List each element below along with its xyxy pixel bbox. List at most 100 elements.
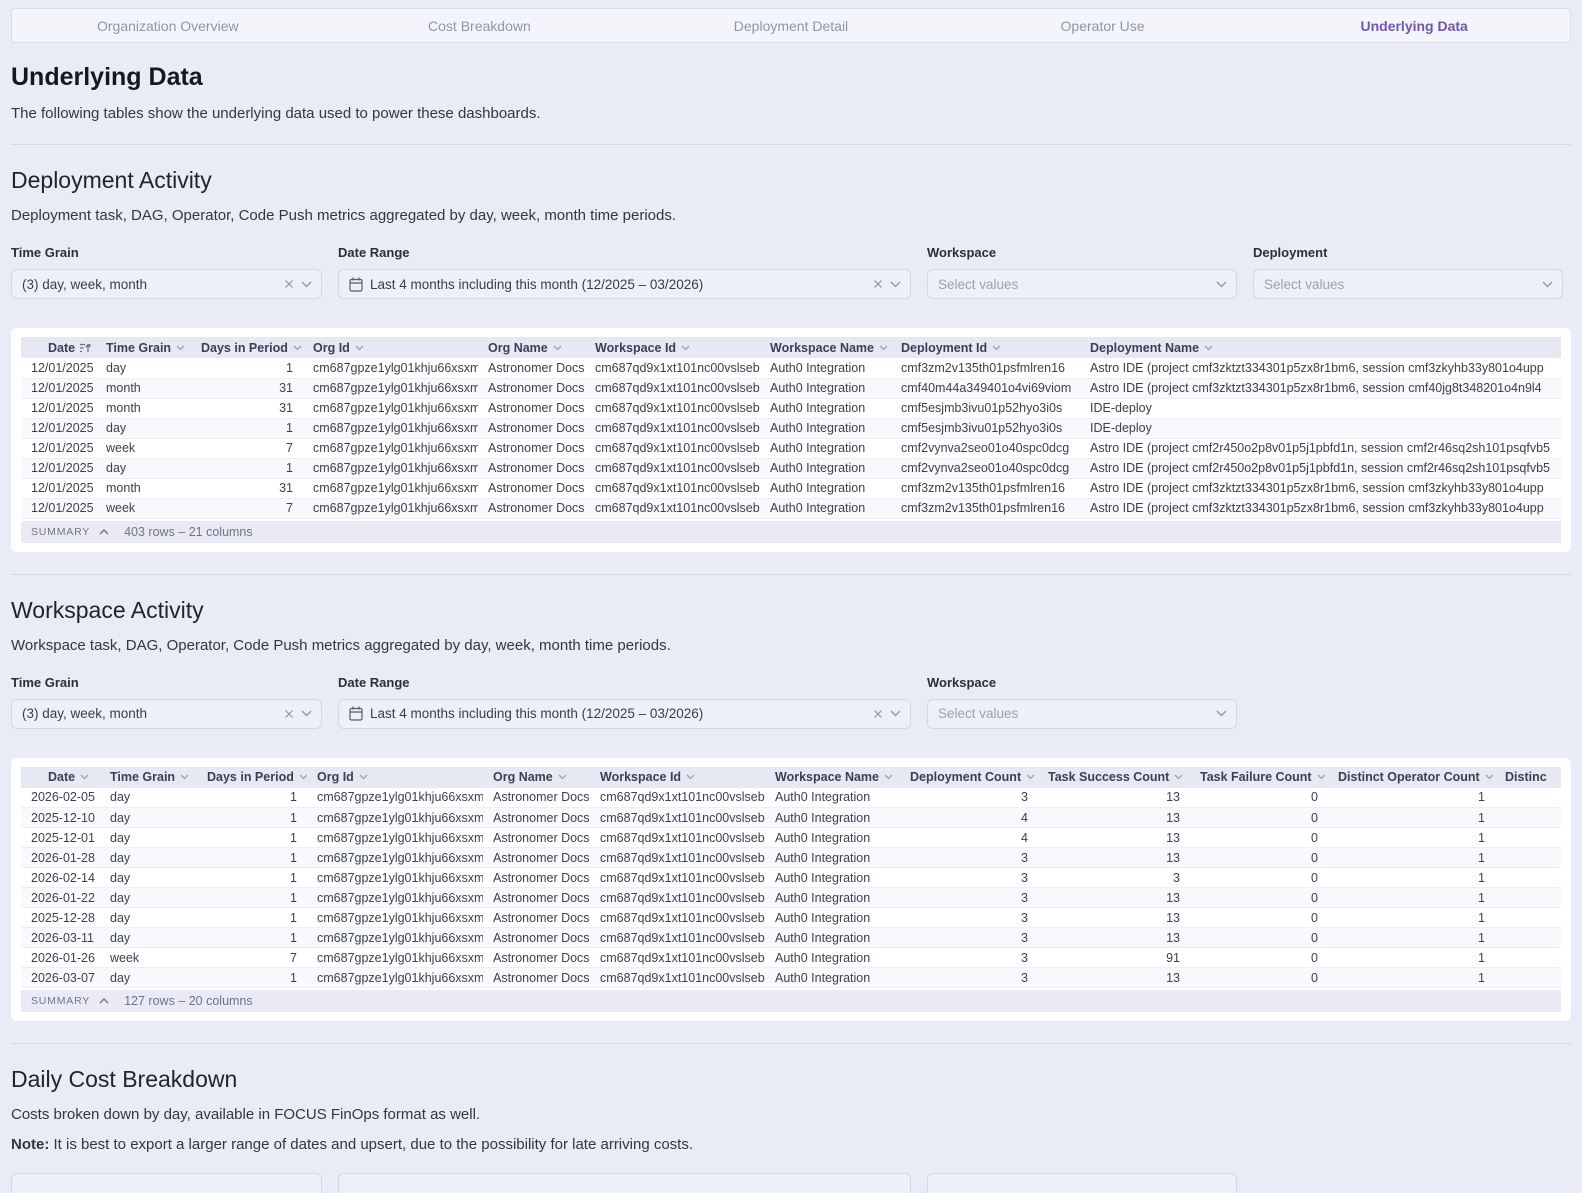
- tab-deployment-detail[interactable]: Deployment Detail: [635, 18, 947, 34]
- column-header-org-id[interactable]: Org Id: [307, 766, 483, 788]
- chevron-down-icon[interactable]: [180, 774, 189, 780]
- chevron-down-icon[interactable]: [301, 710, 312, 717]
- column-header-deployment-count[interactable]: Deployment Count: [900, 766, 1038, 788]
- column-header-task-failure-count[interactable]: Task Failure Count: [1190, 766, 1328, 788]
- time-grain-control[interactable]: [11, 1173, 322, 1193]
- chevron-down-icon[interactable]: [686, 774, 695, 780]
- date-range-control[interactable]: Last 4 months including this month (12/2…: [338, 269, 911, 299]
- cell-org-name: Astronomer Docs: [493, 870, 590, 885]
- chevron-down-icon[interactable]: [890, 710, 901, 717]
- cell-time-grain: day: [110, 890, 131, 905]
- chevron-down-icon[interactable]: [1204, 345, 1213, 351]
- sort-ascending-icon[interactable]: [80, 343, 92, 353]
- column-header-distinct-clipped[interactable]: Distinc: [1495, 766, 1561, 788]
- clear-icon[interactable]: [873, 279, 883, 289]
- chevron-down-icon[interactable]: [293, 345, 302, 351]
- tab-cost-breakdown[interactable]: Cost Breakdown: [324, 18, 636, 34]
- collapse-chevron-up-icon[interactable]: [99, 998, 109, 1004]
- column-header-deployment-name[interactable]: Deployment Name: [1080, 337, 1561, 358]
- cell-date: 2026-03-07: [31, 970, 95, 985]
- column-header-task-success-count[interactable]: Task Success Count: [1038, 766, 1190, 788]
- column-header-workspace-name[interactable]: Workspace Name: [760, 337, 891, 358]
- cell-org-name: Astronomer Docs: [493, 810, 590, 825]
- cell-distinct-operator-count: 1: [1478, 890, 1485, 905]
- cell-deployment-count: 3: [1021, 790, 1028, 805]
- clear-icon[interactable]: [284, 279, 294, 289]
- tab-underlying-data[interactable]: Underlying Data: [1258, 18, 1570, 34]
- chevron-down-icon[interactable]: [176, 345, 185, 351]
- chevron-down-icon[interactable]: [884, 774, 893, 780]
- deployment-control[interactable]: Select values: [1253, 269, 1563, 299]
- time-grain-control[interactable]: (3) day, week, month: [11, 269, 322, 299]
- column-header-workspace-id[interactable]: Workspace Id: [590, 766, 765, 788]
- chevron-down-icon[interactable]: [1026, 774, 1035, 780]
- chevron-down-icon[interactable]: [558, 774, 567, 780]
- column-header-distinct-operator-count[interactable]: Distinct Operator Count: [1328, 766, 1495, 788]
- section-description: Costs broken down by day, available in F…: [11, 1106, 481, 1123]
- section-title: Deployment Activity: [11, 167, 212, 193]
- column-header-date[interactable]: Date: [21, 766, 100, 788]
- cell-time-grain: week: [106, 501, 136, 515]
- column-header-org-name[interactable]: Org Name: [483, 766, 590, 788]
- column-header-workspace-id[interactable]: Workspace Id: [585, 337, 760, 358]
- collapse-chevron-up-icon[interactable]: [99, 528, 109, 535]
- chevron-down-icon[interactable]: [879, 345, 888, 351]
- chevron-down-icon[interactable]: [553, 345, 562, 351]
- column-header-org-id[interactable]: Org Id: [303, 337, 478, 358]
- cell-workspace-name: Auth0 Integration: [775, 950, 871, 965]
- column-header-days-in-period[interactable]: Days in Period: [197, 766, 307, 788]
- divider: [11, 1043, 1571, 1044]
- chevron-down-icon[interactable]: [355, 345, 364, 351]
- cell-time-grain: day: [110, 810, 131, 825]
- column-header-time-grain[interactable]: Time Grain: [96, 337, 191, 358]
- chevron-down-icon[interactable]: [1216, 710, 1227, 717]
- table-row: 12/01/2025 week 7 cm687gpze1ylg01khju66x…: [21, 498, 1561, 518]
- header-row: Date Time Grain Days in Period Org Id Or…: [21, 766, 1561, 788]
- column-header-deployment-id[interactable]: Deployment Id: [891, 337, 1080, 358]
- date-range-control[interactable]: Last 4 months including this month (12/2…: [338, 698, 911, 729]
- column-header-workspace-name[interactable]: Workspace Name: [765, 766, 900, 788]
- cell-task-failure-count: 0: [1311, 930, 1318, 945]
- chevron-down-icon[interactable]: [1485, 774, 1494, 780]
- chevron-down-icon[interactable]: [301, 281, 312, 288]
- cell-org-id: cm687gpze1ylg01khju66xsxm: [317, 870, 483, 885]
- tab-operator-use[interactable]: Operator Use: [947, 18, 1259, 34]
- cell-clipped: [1495, 888, 1561, 908]
- filter-label: Date Range: [338, 245, 410, 260]
- chevron-down-icon[interactable]: [1216, 281, 1227, 288]
- cell-clipped: [1495, 788, 1561, 808]
- cell-days-in-period: 1: [290, 970, 297, 985]
- tab-organization-overview[interactable]: Organization Overview: [12, 18, 324, 34]
- cell-date: 2026-01-26: [31, 950, 95, 965]
- cell-deployment-count: 3: [1021, 890, 1028, 905]
- cell-workspace-name: Auth0 Integration: [770, 481, 866, 495]
- workspace-control[interactable]: [927, 1173, 1237, 1193]
- cell-days-in-period: 7: [286, 501, 293, 515]
- chevron-down-icon[interactable]: [1317, 774, 1326, 780]
- column-header-org-name[interactable]: Org Name: [478, 337, 585, 358]
- clear-icon[interactable]: [873, 709, 883, 719]
- cell-workspace-name: Auth0 Integration: [775, 850, 871, 865]
- workspace-control[interactable]: Select values: [927, 698, 1237, 729]
- chevron-down-icon[interactable]: [1174, 774, 1183, 780]
- cell-date: 12/01/2025: [31, 381, 94, 395]
- chevron-down-icon[interactable]: [299, 774, 307, 780]
- cell-time-grain: month: [106, 481, 141, 495]
- chevron-down-icon[interactable]: [80, 774, 89, 780]
- chevron-down-icon[interactable]: [1542, 281, 1553, 288]
- column-header-time-grain[interactable]: Time Grain: [100, 766, 197, 788]
- chevron-down-icon[interactable]: [890, 281, 901, 288]
- cell-task-failure-count: 0: [1311, 790, 1318, 805]
- date-range-control[interactable]: [338, 1173, 911, 1193]
- column-header-days-in-period[interactable]: Days in Period: [191, 337, 303, 358]
- column-header-date[interactable]: Date: [21, 337, 96, 358]
- chevron-down-icon[interactable]: [992, 345, 1001, 351]
- filter-row: Time Grain (3) day, week, month Date Ran…: [11, 675, 1571, 729]
- clear-icon[interactable]: [284, 709, 294, 719]
- time-grain-control[interactable]: (3) day, week, month: [11, 698, 322, 729]
- workspace-control[interactable]: Select values: [927, 269, 1237, 299]
- chevron-down-icon[interactable]: [681, 345, 690, 351]
- page-subtitle: The following tables show the underlying…: [11, 105, 541, 122]
- table-row: 12/01/2025 day 1 cm687gpze1ylg01khju66xs…: [21, 418, 1561, 438]
- chevron-down-icon[interactable]: [359, 774, 368, 780]
